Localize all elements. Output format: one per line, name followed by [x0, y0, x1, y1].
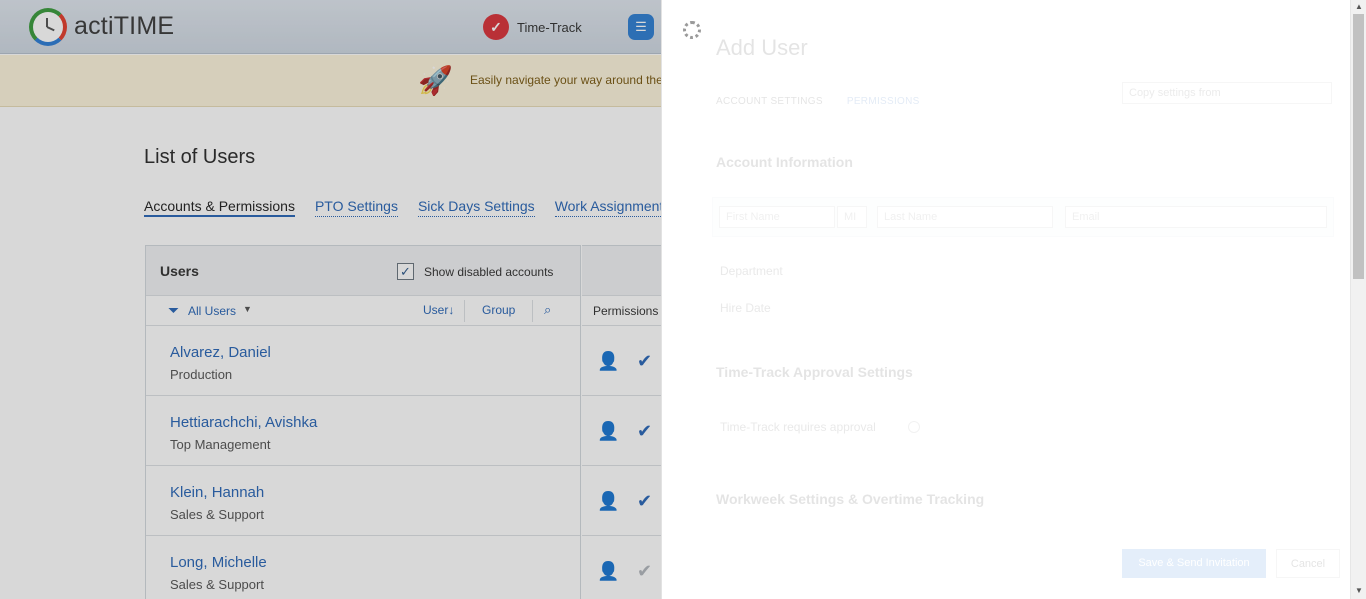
first-name-field[interactable]: First Name — [719, 206, 835, 228]
section-workweek-settings: Workweek Settings & Overtime Tracking — [716, 491, 985, 507]
department-label: Department — [720, 264, 783, 278]
approval-label: Time-Track requires approval — [720, 420, 876, 434]
scroll-up-arrow-icon[interactable]: ▲ — [1355, 2, 1363, 11]
hire-date-label: Hire Date — [720, 301, 771, 315]
section-account-information: Account Information — [716, 154, 853, 170]
add-user-title: Add User — [716, 35, 808, 60]
tab-permissions[interactable]: PERMISSIONS — [847, 96, 920, 107]
scroll-down-arrow-icon[interactable]: ▼ — [1355, 586, 1363, 595]
cancel-button[interactable]: Cancel — [1276, 549, 1340, 578]
middle-initial-field[interactable]: MI — [837, 206, 867, 228]
scrollbar[interactable]: ▲ ▼ — [1350, 0, 1366, 599]
last-name-field[interactable]: Last Name — [877, 206, 1053, 228]
loading-spinner-icon — [683, 21, 701, 39]
scrollbar-thumb[interactable] — [1353, 14, 1364, 279]
save-and-send-invitation-button[interactable]: Save & Send Invitation — [1122, 549, 1266, 578]
copy-settings-select[interactable]: Copy settings from — [1122, 82, 1332, 104]
section-approval-settings: Time-Track Approval Settings — [716, 364, 913, 380]
account-fields: First Name MI Last Name Email — [712, 197, 1334, 237]
email-field[interactable]: Email — [1065, 206, 1327, 228]
approval-toggle[interactable] — [908, 421, 920, 433]
add-user-tabs: ACCOUNT SETTINGS PERMISSIONS — [716, 96, 920, 107]
tab-account-settings[interactable]: ACCOUNT SETTINGS — [716, 96, 823, 107]
add-user-panel: Add User ACCOUNT SETTINGS PERMISSIONS Co… — [661, 0, 1350, 599]
